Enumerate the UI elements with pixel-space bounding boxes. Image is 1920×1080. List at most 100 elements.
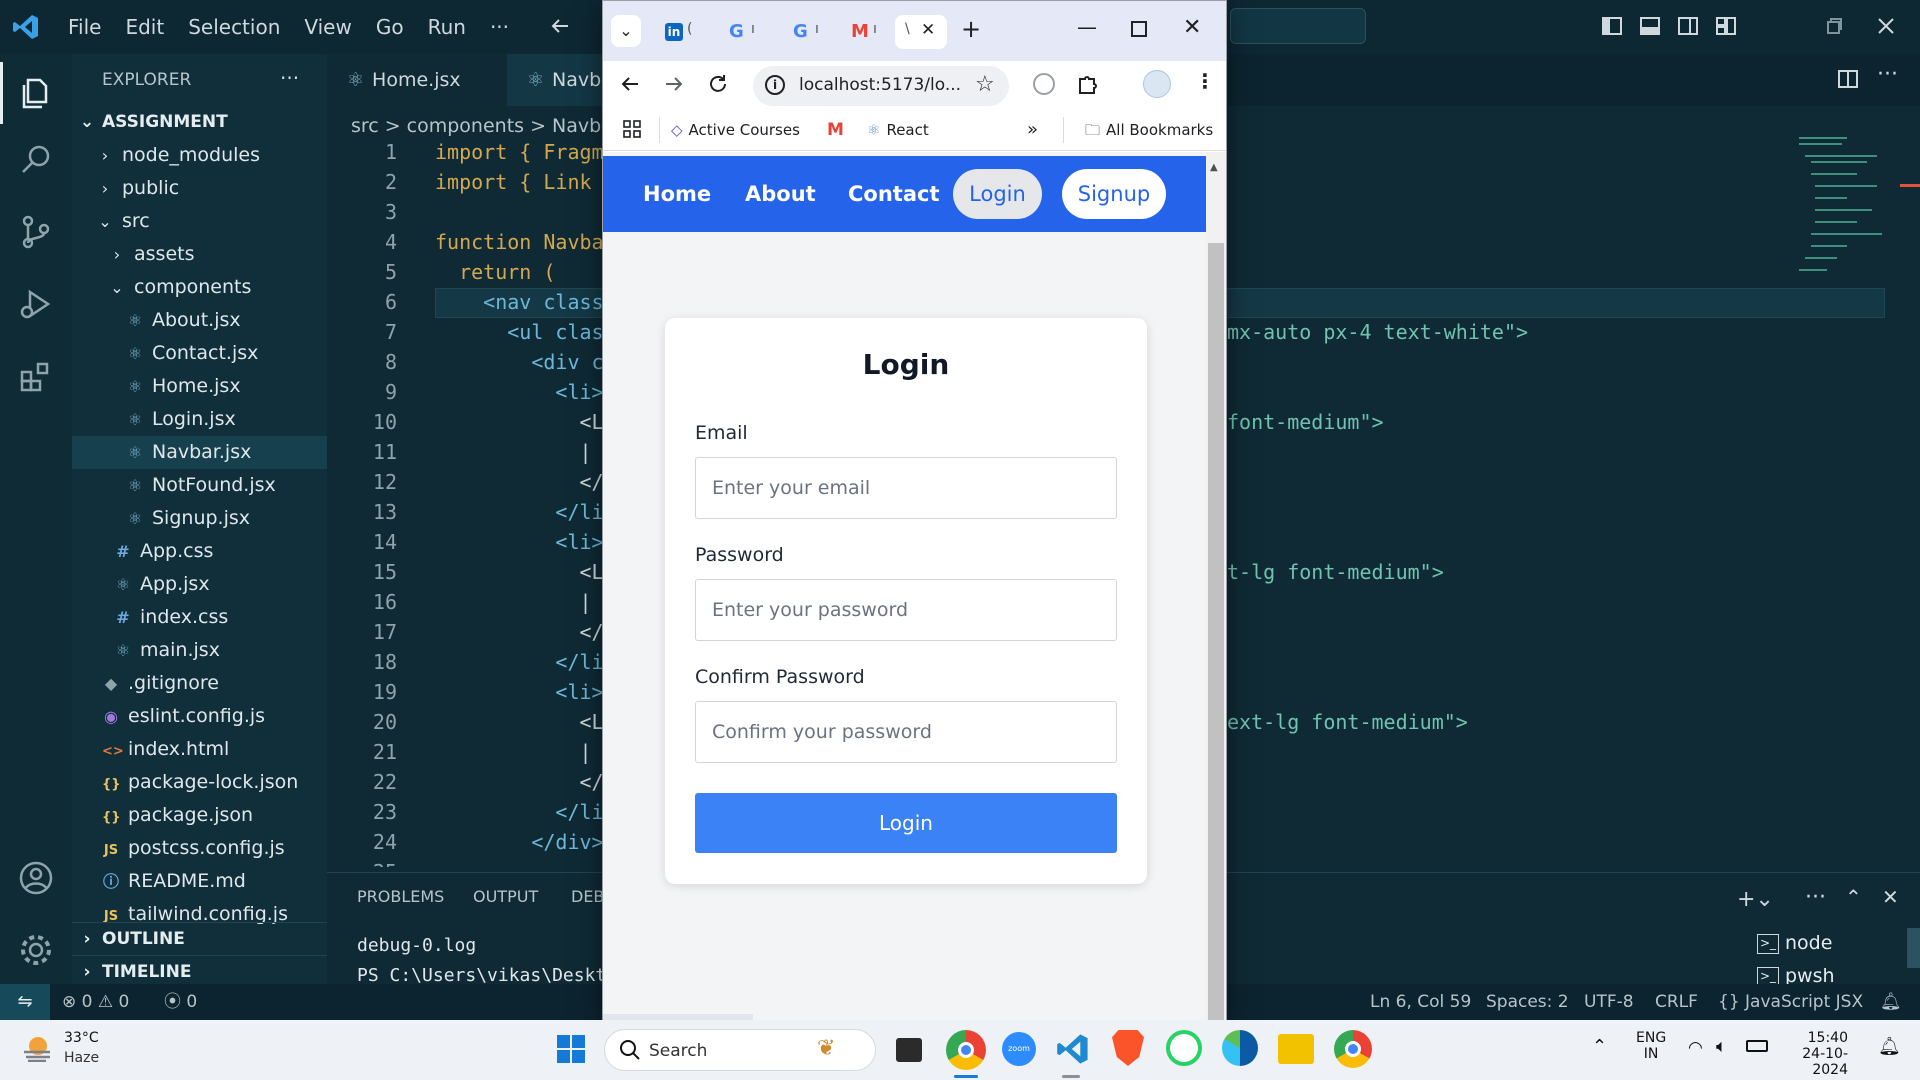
taskbar-search[interactable]: Search ❦ bbox=[604, 1029, 876, 1071]
tree-file[interactable]: ⚛ main.jsx bbox=[72, 634, 327, 667]
cursor-position[interactable]: Ln 6, Col 59 bbox=[1370, 984, 1471, 1020]
code-line[interactable]: import { Link bbox=[435, 167, 592, 197]
new-tab-icon[interactable]: + bbox=[961, 15, 981, 43]
code-right[interactable]: mx-auto px-4 text-white"> font-medium"> t-… bbox=[1227, 137, 1827, 867]
tab-linkedin[interactable]: in( bbox=[657, 15, 701, 49]
tree-file[interactable]: ⚛ Navbar.jsx bbox=[72, 436, 327, 469]
tree-file[interactable]: ⚛ Home.jsx bbox=[72, 370, 327, 403]
tree-file[interactable]: ◆ .gitignore bbox=[72, 667, 327, 700]
bookmark-react[interactable]: ⚛ React bbox=[867, 109, 929, 151]
all-bookmarks[interactable]: 🗀︎ All Bookmarks bbox=[1085, 109, 1213, 151]
tree-file[interactable]: ⓘ README.md bbox=[72, 865, 327, 898]
code-line[interactable]: <L bbox=[435, 557, 603, 587]
terminal-prompt[interactable]: PS C:\Users\vikas\Deskt bbox=[357, 965, 606, 986]
code-line[interactable]: | bbox=[435, 737, 591, 767]
profile-avatar[interactable] bbox=[1143, 70, 1171, 98]
menu-item[interactable]: File bbox=[56, 0, 113, 54]
tree-file[interactable]: # index.css bbox=[72, 601, 327, 634]
code-line[interactable]: function Navba bbox=[435, 227, 604, 257]
code-line[interactable]: </ bbox=[435, 467, 603, 497]
maximize-panel-icon[interactable]: ⌃ bbox=[1845, 885, 1862, 909]
menu-item[interactable]: Selection bbox=[176, 0, 292, 54]
code-line[interactable]: </li bbox=[435, 497, 603, 527]
code-left[interactable]: import { Fragm import { Link function Navb… bbox=[435, 137, 605, 867]
email-field[interactable] bbox=[695, 457, 1117, 519]
vscode-taskbar-icon[interactable] bbox=[1056, 1032, 1090, 1066]
line-ending[interactable]: CRLF bbox=[1655, 984, 1698, 1020]
whatsapp-icon[interactable] bbox=[1166, 1030, 1202, 1066]
nav-login-button[interactable]: Login bbox=[953, 169, 1042, 219]
volume-icon[interactable]: 🔈︎ bbox=[1716, 1036, 1727, 1057]
nav-back-icon[interactable] bbox=[548, 14, 572, 38]
encoding[interactable]: UTF-8 bbox=[1584, 984, 1634, 1020]
tree-file[interactable]: # App.css bbox=[72, 535, 327, 568]
tab-problems[interactable]: PROBLEMS bbox=[357, 887, 444, 906]
tab-active-localhost[interactable]: \ ✕ bbox=[895, 15, 947, 49]
weather-desc[interactable]: Haze bbox=[64, 1050, 99, 1066]
nav-contact[interactable]: Contact bbox=[848, 156, 940, 232]
code-line[interactable]: | bbox=[435, 587, 591, 617]
tab-search-icon[interactable]: ⌄ bbox=[611, 15, 641, 47]
battery-icon[interactable] bbox=[1746, 1040, 1768, 1052]
tree-file[interactable]: ⚛ Signup.jsx bbox=[72, 502, 327, 535]
terminal-node[interactable]: >_ node bbox=[1757, 928, 1907, 958]
source-control-icon[interactable] bbox=[16, 212, 56, 252]
close-tab-icon[interactable]: ✕ bbox=[921, 20, 935, 40]
tree-file[interactable]: ⚛ NotFound.jsx bbox=[72, 469, 327, 502]
tree-folder[interactable]: ⌄ src bbox=[72, 205, 327, 238]
tree-file[interactable]: ⚛ About.jsx bbox=[72, 304, 327, 337]
tree-folder[interactable]: › public bbox=[72, 172, 327, 205]
menu-item[interactable]: ··· bbox=[478, 0, 521, 54]
toggle-secondary-sidebar-icon[interactable] bbox=[1676, 14, 1700, 38]
nav-about[interactable]: About bbox=[745, 156, 816, 232]
back-icon[interactable] bbox=[619, 73, 641, 95]
page-scrollbar[interactable]: ▲ bbox=[1206, 152, 1226, 1021]
tree-file[interactable]: ⚛ App.jsx bbox=[72, 568, 327, 601]
tree-file[interactable]: {} package-lock.json bbox=[72, 766, 327, 799]
outline-section[interactable]: › OUTLINE bbox=[72, 922, 327, 955]
close-window-icon[interactable] bbox=[1874, 14, 1898, 38]
menu-item[interactable]: Run bbox=[416, 0, 478, 54]
zoom-icon[interactable]: zoom bbox=[1002, 1032, 1036, 1066]
menu-item[interactable]: Go bbox=[364, 0, 416, 54]
browser-menu-icon[interactable]: ⋮ bbox=[1195, 69, 1215, 93]
code-line[interactable]: </ bbox=[435, 617, 603, 647]
explorer-icon[interactable] bbox=[16, 72, 56, 112]
chrome-profile-icon[interactable] bbox=[1334, 1030, 1372, 1068]
code-line[interactable]: return ( bbox=[435, 257, 555, 287]
tree-file[interactable]: ⚛ Login.jsx bbox=[72, 403, 327, 436]
extension-circle-icon[interactable] bbox=[1033, 73, 1055, 95]
explorer-more-icon[interactable]: ··· bbox=[280, 54, 299, 102]
apps-grid-icon[interactable] bbox=[623, 120, 641, 138]
reload-icon[interactable] bbox=[707, 73, 729, 95]
code-line[interactable]: <li> bbox=[435, 527, 603, 557]
code-line[interactable]: <L bbox=[435, 707, 603, 737]
code-line-fragment[interactable]: mx-auto px-4 text-white"> bbox=[1227, 317, 1528, 347]
clock[interactable]: 15:40 24-10-2024 bbox=[1788, 1030, 1848, 1078]
tree-file[interactable]: ⚛ Contact.jsx bbox=[72, 337, 327, 370]
notifications-bell-icon[interactable]: 🔔︎ bbox=[1880, 984, 1902, 1020]
login-submit-button[interactable]: Login bbox=[695, 793, 1117, 853]
accounts-icon[interactable] bbox=[16, 858, 56, 898]
menu-item[interactable]: View bbox=[292, 0, 363, 54]
code-line[interactable]: | bbox=[435, 437, 591, 467]
bookmark-gmail-icon[interactable]: M bbox=[827, 109, 844, 151]
code-line[interactable]: </li bbox=[435, 797, 603, 827]
show-hidden-icons[interactable]: ⌃ bbox=[1592, 1036, 1607, 1057]
tree-file[interactable]: <> index.html bbox=[72, 733, 327, 766]
chrome-icon[interactable] bbox=[946, 1030, 986, 1070]
tree-file[interactable]: JS postcss.config.js bbox=[72, 832, 327, 865]
scroll-thumb[interactable] bbox=[1208, 243, 1224, 1021]
maximize-icon[interactable] bbox=[1131, 21, 1147, 37]
tree-folder[interactable]: ⌄ components bbox=[72, 271, 327, 304]
tab-debug-console[interactable]: DEB bbox=[571, 887, 604, 906]
settings-gear-icon[interactable] bbox=[16, 930, 56, 970]
code-line[interactable]: </ bbox=[435, 767, 603, 797]
workspace-root[interactable]: ⌄ ASSIGNMENT bbox=[72, 106, 327, 139]
code-line-fragment[interactable]: font-medium"> bbox=[1227, 407, 1384, 437]
split-editor-icon[interactable] bbox=[1837, 68, 1859, 90]
code-line-fragment[interactable]: t-lg font-medium"> bbox=[1227, 557, 1444, 587]
nav-home[interactable]: Home bbox=[643, 156, 711, 232]
notification-icon[interactable]: 🔔︎ bbox=[1878, 1036, 1901, 1057]
nav-signup-button[interactable]: Signup bbox=[1062, 169, 1166, 219]
